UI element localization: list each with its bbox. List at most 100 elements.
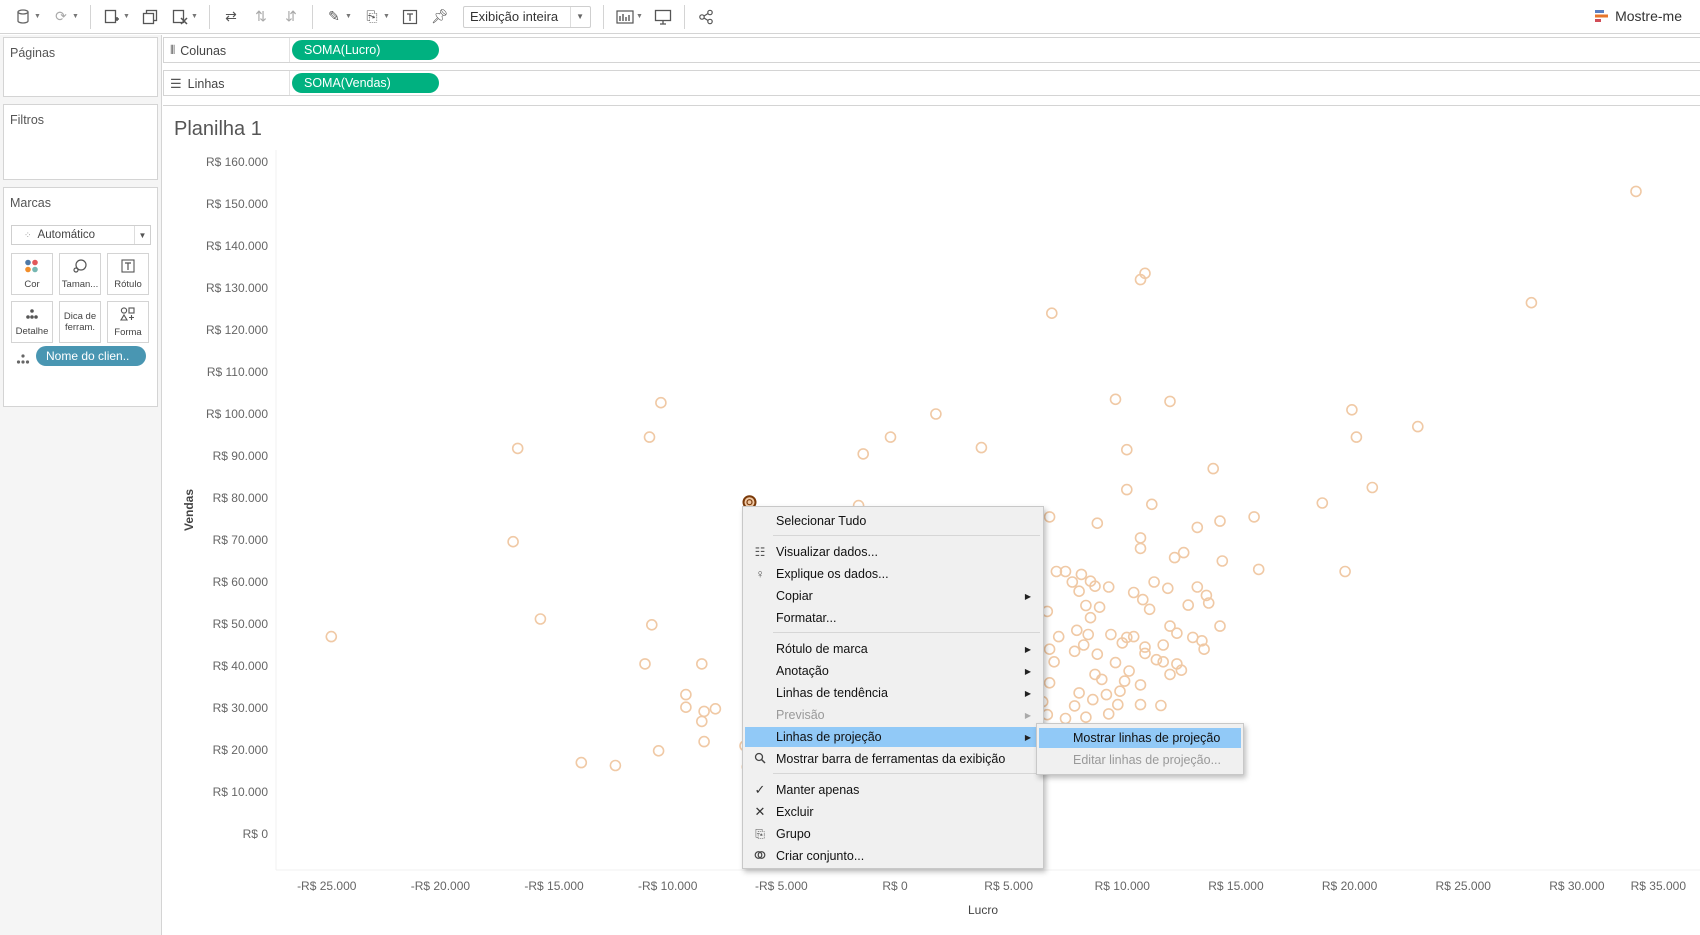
scatter-point[interactable] [1068, 700, 1081, 712]
scatter-point[interactable] [534, 613, 547, 625]
menu-item-group[interactable]: ⎘ Grupo [745, 824, 1041, 844]
scatter-point[interactable] [1100, 688, 1113, 701]
scatter-point[interactable] [1127, 630, 1140, 643]
scatter-point[interactable] [1139, 641, 1151, 653]
scatter-point[interactable] [1162, 582, 1174, 595]
menu-item-trend-lines[interactable]: Linhas de tendência ▶ [745, 683, 1041, 703]
scatter-point[interactable] [1075, 568, 1088, 581]
scatter-point[interactable] [1102, 581, 1115, 593]
scatter-point[interactable] [1214, 515, 1226, 527]
scatter-point[interactable] [511, 442, 524, 455]
scatter-point[interactable] [1091, 648, 1104, 661]
scatter-point[interactable] [1127, 586, 1140, 599]
scatter-point[interactable] [709, 702, 722, 715]
scatter-point[interactable] [1177, 546, 1190, 559]
scatter-point[interactable] [1043, 511, 1056, 523]
scatter-point[interactable] [1102, 708, 1115, 720]
scatter-point[interactable] [1146, 498, 1158, 511]
scatter-point[interactable] [1091, 517, 1104, 530]
menu-item-keep-only[interactable]: ✓ Manter apenas [745, 780, 1041, 800]
scatter-point[interactable] [1182, 599, 1194, 611]
scatter-point[interactable] [1114, 685, 1126, 698]
scatter-point[interactable] [1073, 687, 1085, 699]
menu-item-show-view-toolbar[interactable]: Mostrar barra de ferramentas da exibição [745, 749, 1041, 769]
scatter-point[interactable] [1143, 603, 1156, 616]
scatter-point[interactable] [1134, 698, 1147, 711]
menu-item-drop-lines[interactable]: Linhas de projeção ▶ [745, 727, 1041, 747]
scatter-point[interactable] [1630, 185, 1642, 198]
scatter-point[interactable] [1134, 532, 1147, 544]
menu-item-mark-label[interactable]: Rótulo de marca ▶ [745, 639, 1041, 659]
menu-item-show-drop-lines[interactable]: Mostrar linhas de projeção [1039, 728, 1241, 748]
menu-item-format[interactable]: Formatar... [745, 608, 1041, 628]
menu-item-create-set[interactable]: Criar conjunto... [745, 846, 1041, 866]
scatter-point[interactable] [1052, 630, 1065, 643]
scatter-point[interactable] [1134, 679, 1147, 691]
scatter-point[interactable] [1084, 611, 1097, 624]
scatter-point[interactable] [1046, 307, 1058, 320]
scatter-point[interactable] [1048, 655, 1060, 668]
scatter-point[interactable] [655, 396, 667, 409]
scatter-point[interactable] [1346, 403, 1358, 416]
scatter-point[interactable] [1071, 624, 1083, 637]
scatter-point[interactable] [1525, 296, 1538, 309]
scatter-point[interactable] [325, 630, 338, 643]
scatter-point[interactable] [1164, 395, 1176, 408]
menu-item-explain-data[interactable]: ♀ Explique os dados... [745, 564, 1041, 584]
scatter-point[interactable] [652, 744, 665, 757]
scatter-point[interactable] [857, 448, 870, 460]
scatter-point[interactable] [698, 705, 710, 718]
scatter-point[interactable] [1093, 601, 1106, 614]
scatter-point[interactable] [1155, 699, 1167, 712]
menu-item-annotate[interactable]: Anotação ▶ [745, 661, 1041, 681]
scatter-point[interactable] [930, 408, 942, 420]
scatter-point[interactable] [1123, 665, 1135, 677]
scatter-point[interactable] [1089, 668, 1101, 681]
scatter-point[interactable] [1066, 576, 1079, 588]
scatter-point[interactable] [680, 688, 692, 701]
scatter-point[interactable] [1080, 599, 1092, 612]
scatter-point[interactable] [1087, 693, 1099, 706]
scatter-point[interactable] [695, 658, 708, 670]
scatter-point[interactable] [609, 759, 622, 772]
scatter-point[interactable] [575, 756, 588, 769]
scatter-point[interactable] [1043, 643, 1056, 656]
scatter-point[interactable] [1157, 655, 1169, 668]
scatter-point[interactable] [1112, 698, 1124, 711]
scatter-point[interactable] [698, 735, 710, 748]
scatter-point[interactable] [1207, 462, 1219, 475]
scatter-point[interactable] [643, 431, 656, 443]
scatter-point[interactable] [1109, 393, 1122, 406]
scatter-point[interactable] [695, 715, 708, 728]
scatter-point[interactable] [645, 618, 658, 631]
scatter-point[interactable] [1096, 673, 1108, 686]
menu-item-exclude[interactable]: ✕ Excluir [745, 802, 1041, 822]
scatter-point[interactable] [1216, 555, 1229, 567]
scatter-point[interactable] [1350, 431, 1363, 443]
scatter-point[interactable] [1157, 639, 1169, 651]
scatter-point[interactable] [507, 535, 519, 548]
scatter-point[interactable] [884, 431, 897, 443]
scatter-point[interactable] [1073, 585, 1085, 598]
scatter-point[interactable] [1248, 511, 1260, 523]
scatter-point[interactable] [1105, 628, 1117, 641]
scatter-point[interactable] [975, 441, 988, 454]
scatter-point[interactable] [1191, 581, 1204, 593]
scatter-point[interactable] [1316, 497, 1329, 509]
scatter-point[interactable] [1252, 563, 1265, 576]
scatter-point[interactable] [1059, 712, 1072, 725]
scatter-point[interactable] [1171, 627, 1183, 640]
scatter-point[interactable] [1191, 521, 1204, 534]
scatter-point[interactable] [680, 701, 692, 714]
scatter-point[interactable] [1080, 711, 1092, 724]
scatter-point[interactable] [1121, 443, 1133, 456]
scatter-point[interactable] [1134, 542, 1147, 555]
menu-item-select-all[interactable]: Selecionar Tudo [745, 511, 1041, 531]
scatter-point[interactable] [1109, 656, 1122, 669]
scatter-point[interactable] [1121, 483, 1133, 496]
scatter-point[interactable] [1068, 645, 1081, 658]
scatter-point[interactable] [1366, 481, 1379, 494]
scatter-point[interactable] [1339, 565, 1351, 578]
scatter-point[interactable] [1412, 420, 1424, 433]
scatter-point[interactable] [1148, 576, 1160, 588]
